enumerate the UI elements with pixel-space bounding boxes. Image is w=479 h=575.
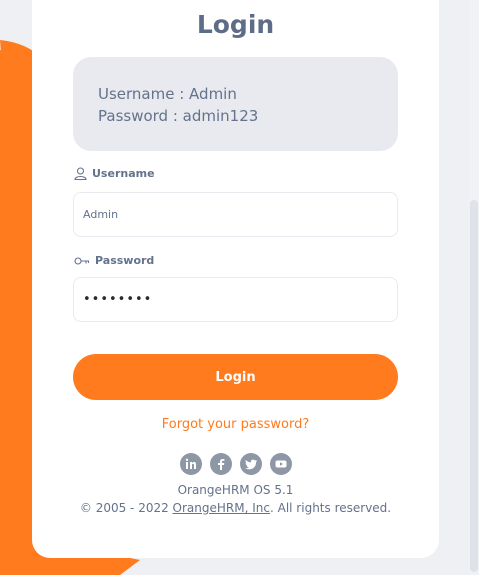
page-title: Login (196, 10, 275, 39)
username-label-text: Username (92, 167, 155, 180)
password-label-text: Password (95, 254, 155, 267)
copyright-notice: © 2005 - 2022 OrangeHRM, Inc. All rights… (32, 501, 439, 515)
linkedin-icon[interactable] (179, 453, 202, 475)
social-links (32, 453, 439, 475)
scrollbar-thumb[interactable] (470, 200, 478, 572)
app-version: OrangeHRM OS 5.1 (177, 483, 294, 497)
forgot-password-link[interactable]: Forgot your password? (32, 417, 439, 432)
user-icon (74, 167, 87, 180)
login-card: Login Username : Admin Password : admin1… (32, 0, 439, 558)
key-icon (74, 256, 90, 265)
password-input[interactable] (73, 277, 398, 322)
credentials-username: Username : Admin (98, 85, 237, 103)
facebook-icon[interactable] (209, 453, 232, 475)
twitter-icon[interactable] (239, 453, 262, 475)
youtube-icon[interactable] (269, 453, 292, 475)
page-scrollbar[interactable] (469, 0, 479, 575)
username-label: Username (74, 167, 155, 180)
password-label: Password (74, 254, 154, 267)
copyright-prefix: © 2005 - 2022 (79, 501, 173, 515)
credentials-hint-box: Username : Admin Password : admin123 (73, 57, 398, 151)
username-input[interactable] (73, 192, 398, 237)
copyright-suffix: . All rights reserved. (269, 501, 392, 515)
credentials-password: Password : admin123 (98, 107, 259, 125)
login-button[interactable]: Login (73, 354, 398, 400)
company-link[interactable]: OrangeHRM, Inc (173, 501, 270, 515)
